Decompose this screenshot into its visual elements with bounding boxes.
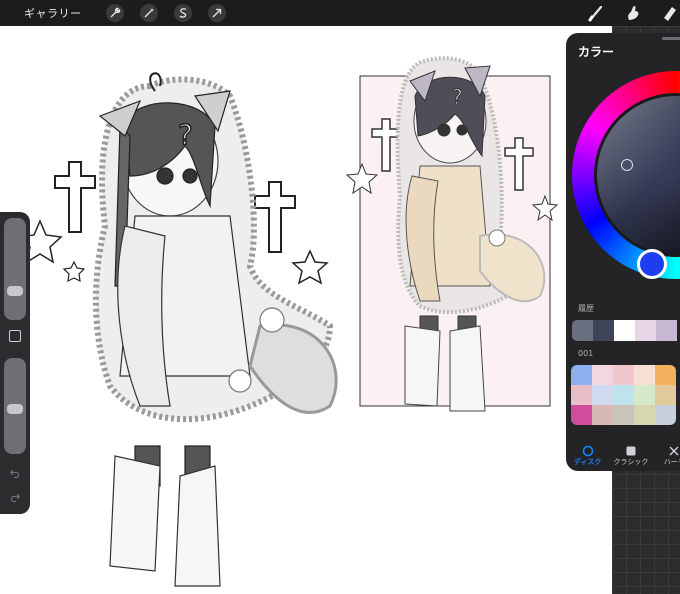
palette-swatch[interactable] — [571, 405, 592, 425]
tab-harmony[interactable]: ハーモ — [653, 437, 680, 471]
panel-grip-handle[interactable] — [662, 37, 680, 40]
brush-opacity-slider[interactable] — [4, 358, 26, 454]
brush-size-thumb[interactable] — [7, 286, 23, 296]
classic-square-icon — [625, 442, 637, 455]
transform-arrow-icon[interactable] — [207, 4, 226, 22]
tab-label: ディスク — [573, 457, 602, 466]
smudge-icon[interactable] — [622, 2, 644, 24]
palette-swatch[interactable] — [655, 385, 676, 405]
palette-swatch[interactable] — [571, 365, 592, 385]
history-swatch[interactable] — [593, 320, 614, 341]
redo-icon[interactable] — [7, 490, 23, 506]
palette-swatch[interactable] — [634, 365, 655, 385]
palette-swatch[interactable] — [634, 405, 655, 425]
tab-disc[interactable]: ディスク — [566, 437, 609, 471]
top-toolbar: ギャラリー — [0, 0, 680, 26]
current-color-swatch[interactable] — [637, 249, 667, 279]
undo-icon[interactable] — [7, 466, 23, 482]
brush-opacity-thumb[interactable] — [7, 404, 23, 414]
harmony-icon — [668, 442, 680, 455]
adjustments-wand-icon[interactable] — [139, 4, 158, 22]
palette-swatch[interactable] — [571, 385, 592, 405]
right-tool-group — [572, 0, 680, 26]
canvas-artwork: ? ? — [17, 56, 559, 587]
color-mode-tabs: ディスク クラシック ハーモ — [566, 437, 680, 471]
brush-icon[interactable] — [586, 2, 608, 24]
procreate-screen: ? ? ギャラリー カラー 履歴 001 ディスク クラシック ハー — [0, 0, 680, 594]
drawing-canvas[interactable]: ? ? — [0, 26, 612, 594]
saturation-brightness-disc[interactable] — [594, 93, 680, 257]
palette-swatch[interactable] — [634, 385, 655, 405]
palette-swatch[interactable] — [592, 405, 613, 425]
gallery-button[interactable]: ギャラリー — [24, 5, 82, 21]
disc-icon — [582, 442, 594, 456]
color-panel: カラー 履歴 001 ディスク クラシック ハーモ — [566, 33, 680, 471]
svg-text:?: ? — [452, 85, 463, 109]
palette-swatch[interactable] — [592, 385, 613, 405]
saturation-cursor[interactable] — [621, 159, 633, 171]
svg-text:?: ? — [178, 118, 193, 151]
history-swatch[interactable] — [572, 320, 593, 341]
grayscale-character-drawing: ? — [17, 72, 338, 587]
eraser-icon[interactable] — [658, 2, 680, 24]
palette-swatch[interactable] — [655, 365, 676, 385]
history-swatch[interactable] — [614, 320, 635, 341]
palette-grid — [571, 365, 676, 425]
eyedropper-modify-button[interactable] — [9, 330, 21, 342]
palette-swatch[interactable] — [613, 405, 634, 425]
tab-label: クラシック — [613, 457, 649, 466]
palette-name-label: 001 — [578, 349, 594, 358]
history-swatch[interactable] — [635, 320, 656, 341]
brush-size-slider[interactable] — [4, 218, 26, 320]
history-label: 履歴 — [578, 304, 594, 313]
palette-swatch[interactable] — [613, 365, 634, 385]
tab-label: ハーモ — [663, 457, 680, 466]
hue-ring[interactable] — [572, 71, 680, 279]
colored-character-reference: ? — [345, 56, 559, 412]
palette-swatch[interactable] — [655, 405, 676, 425]
color-history-row — [572, 320, 677, 341]
selection-s-icon[interactable] — [173, 4, 192, 22]
actions-wrench-icon[interactable] — [105, 4, 124, 22]
palette-swatch[interactable] — [592, 365, 613, 385]
left-sidebar — [0, 212, 30, 514]
color-panel-title: カラー — [578, 45, 615, 59]
palette-swatch[interactable] — [613, 385, 634, 405]
tab-classic[interactable]: クラシック — [609, 437, 652, 471]
history-swatch[interactable] — [656, 320, 677, 341]
